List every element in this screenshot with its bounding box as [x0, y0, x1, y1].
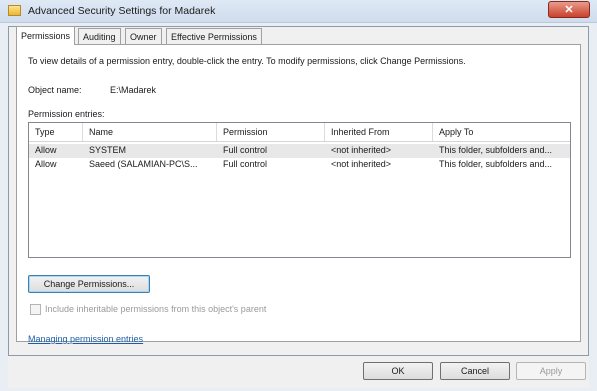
row-type: Allow: [35, 159, 57, 169]
column-header-name[interactable]: Name: [83, 123, 217, 141]
tab-auditing[interactable]: Auditing: [78, 28, 121, 45]
column-header-type[interactable]: Type: [29, 123, 83, 141]
tab-owner[interactable]: Owner: [125, 28, 162, 45]
window-title: Advanced Security Settings for Madarek: [28, 5, 216, 17]
row-name: SYSTEM: [89, 145, 127, 155]
cancel-button[interactable]: Cancel: [440, 362, 510, 380]
row-apply-to: This folder, subfolders and...: [439, 145, 553, 155]
table-row[interactable]: Allow Saeed (SALAMIAN-PC\S... Full contr…: [29, 158, 570, 172]
column-header-permission[interactable]: Permission: [217, 123, 325, 141]
change-permissions-button[interactable]: Change Permissions...: [28, 275, 150, 293]
row-inherited-from: <not inherited>: [331, 145, 392, 155]
instructions-text: To view details of a permission entry, d…: [28, 56, 466, 66]
ok-button[interactable]: OK: [363, 362, 433, 380]
row-apply-to: This folder, subfolders and...: [439, 159, 553, 169]
row-permission: Full control: [223, 145, 268, 155]
title-bar: Advanced Security Settings for Madarek ✕: [0, 0, 597, 23]
tab-effective-permissions[interactable]: Effective Permissions: [166, 28, 262, 45]
include-inheritable-checkbox[interactable]: [30, 304, 41, 315]
permission-entries-list[interactable]: Type Name Permission Inherited From Appl…: [28, 122, 571, 258]
close-button[interactable]: ✕: [548, 1, 590, 18]
list-header: Type Name Permission Inherited From Appl…: [29, 123, 570, 142]
tab-permissions[interactable]: Permissions: [16, 26, 76, 45]
apply-button[interactable]: Apply: [516, 362, 586, 380]
row-name: Saeed (SALAMIAN-PC\S...: [89, 159, 198, 169]
object-name-label: Object name:: [28, 85, 82, 95]
include-inheritable-label: Include inheritable permissions from thi…: [45, 304, 267, 314]
permission-entries-label: Permission entries:: [28, 109, 105, 119]
row-permission: Full control: [223, 159, 268, 169]
column-header-apply-to[interactable]: Apply To: [433, 123, 570, 141]
row-type: Allow: [35, 145, 57, 155]
table-row[interactable]: Allow SYSTEM Full control <not inherited…: [29, 144, 570, 158]
row-inherited-from: <not inherited>: [331, 159, 392, 169]
folder-icon: [8, 5, 21, 16]
column-header-inherited-from[interactable]: Inherited From: [325, 123, 433, 141]
object-name-value: E:\Madarek: [110, 85, 157, 95]
managing-permission-entries-link[interactable]: Managing permission entries: [28, 334, 143, 344]
